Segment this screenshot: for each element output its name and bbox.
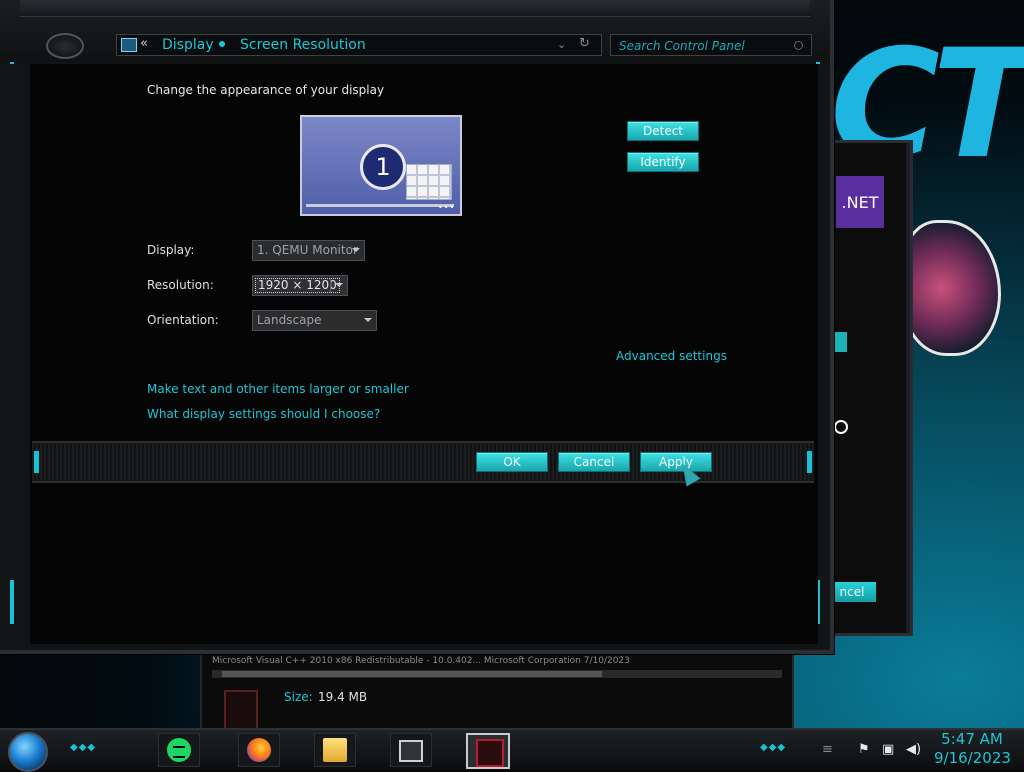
firefox-icon — [247, 738, 271, 762]
search-box[interactable] — [610, 34, 812, 56]
game-icon — [476, 739, 504, 767]
breadcrumb-separator-icon[interactable] — [219, 41, 225, 47]
size-value: 19.4 MB — [318, 690, 368, 704]
folder-icon — [323, 738, 347, 762]
back-chevron-icon[interactable]: « — [140, 36, 148, 51]
chevron-down-icon — [335, 283, 343, 287]
orientation-value: Landscape — [257, 313, 322, 327]
window-logo-icon — [46, 33, 84, 59]
monitor-taskbar — [306, 204, 454, 207]
text-size-link[interactable]: Make text and other items larger or smal… — [147, 382, 409, 396]
orientation-select[interactable]: Landscape — [252, 310, 377, 331]
programs-list-window: Microsoft Visual C++ 2010 x86 Redistribu… — [200, 650, 794, 736]
computer-icon — [399, 740, 423, 762]
background-cancel-button[interactable]: ncel — [828, 582, 876, 602]
address-bar[interactable]: « Display Screen Resolution ⌄ ↻ — [116, 34, 602, 56]
detect-button[interactable]: Detect — [627, 121, 699, 141]
resolution-label: Resolution: — [147, 278, 214, 292]
monitor-number-badge: 1 — [360, 144, 406, 190]
chevron-down-icon — [352, 248, 360, 252]
ok-button[interactable]: OK — [476, 452, 548, 472]
bar-accent — [34, 451, 39, 473]
resolution-value: 1920 × 1200 — [255, 278, 340, 293]
address-dropdown-chevron-icon[interactable]: ⌄ — [557, 38, 566, 51]
wallpaper-figure — [900, 220, 1001, 356]
program-list-row[interactable]: Microsoft Visual C++ 2010 x86 Redistribu… — [212, 656, 782, 666]
volume-icon[interactable]: ◀) — [906, 742, 921, 757]
clock-time[interactable]: 5:47 AM — [940, 730, 1004, 748]
search-icon[interactable] — [794, 41, 803, 50]
content-pane: Change the appearance of your display 1 … — [30, 64, 818, 644]
identify-button[interactable]: Identify — [627, 152, 699, 172]
taskbar-app-file-explorer[interactable] — [314, 733, 356, 767]
breadcrumb-display[interactable]: Display — [162, 37, 214, 53]
title-bar[interactable]: « Display Screen Resolution ⌄ ↻ — [0, 0, 830, 62]
bar-accent — [807, 451, 812, 473]
chevron-down-icon — [364, 318, 372, 322]
select-divider — [330, 278, 331, 293]
taskbar-app-spotify[interactable] — [158, 733, 200, 767]
resolution-select[interactable]: 1920 × 1200 — [252, 275, 348, 296]
show-desktop-icon[interactable]: ≡ — [822, 742, 833, 757]
breadcrumb-screen-resolution[interactable]: Screen Resolution — [240, 37, 366, 53]
taskbar-deco: ◆◆◆ — [760, 742, 787, 753]
spotify-icon — [167, 738, 191, 762]
dotnet-badge: .NET — [836, 176, 884, 228]
cancel-button[interactable]: Cancel — [558, 452, 630, 472]
control-panel-icon — [121, 38, 137, 52]
refresh-icon[interactable]: ↻ — [579, 36, 590, 51]
action-center-flag-icon[interactable]: ⚑ — [858, 742, 870, 757]
display-help-link[interactable]: What display settings should I choose? — [147, 407, 380, 421]
clock-date[interactable]: 9/16/2023 — [934, 749, 1011, 767]
display-value: 1. QEMU Monitor — [257, 243, 358, 257]
title-bar-strip — [20, 0, 810, 17]
size-label: Size: — [284, 690, 313, 704]
desktop-grid-icon — [406, 164, 452, 200]
taskbar-app-firefox[interactable] — [238, 733, 280, 767]
display-select[interactable]: 1. QEMU Monitor — [252, 240, 365, 261]
display-label: Display: — [147, 243, 195, 257]
start-button[interactable] — [8, 732, 48, 772]
background-window-radio[interactable] — [834, 420, 848, 434]
orientation-label: Orientation: — [147, 313, 219, 327]
taskbar-deco: ◆◆◆ — [70, 742, 97, 753]
program-thumbnail-icon — [224, 690, 258, 730]
network-icon[interactable]: ▣ — [882, 742, 894, 757]
horizontal-scrollbar[interactable] — [212, 670, 782, 678]
background-window-control[interactable] — [832, 332, 847, 352]
taskbar-app-remote-desktop[interactable] — [390, 733, 432, 767]
monitor-preview[interactable]: 1 ••• — [300, 115, 462, 216]
monitor-dots-icon: ••• — [438, 203, 456, 212]
search-input[interactable] — [617, 37, 791, 55]
advanced-settings-link[interactable]: Advanced settings — [616, 349, 727, 363]
taskbar: ◆◆◆ ◆◆◆ ≡ ⚑ ▣ ◀) 5:47 AM 9/16/2023 — [0, 728, 1024, 772]
scrollbar-thumb[interactable] — [222, 671, 602, 677]
screen-resolution-window: « Display Screen Resolution ⌄ ↻ Change t… — [0, 0, 834, 654]
frame-accent — [10, 580, 14, 624]
page-title: Change the appearance of your display — [147, 83, 385, 97]
taskbar-app-game[interactable] — [466, 733, 510, 769]
